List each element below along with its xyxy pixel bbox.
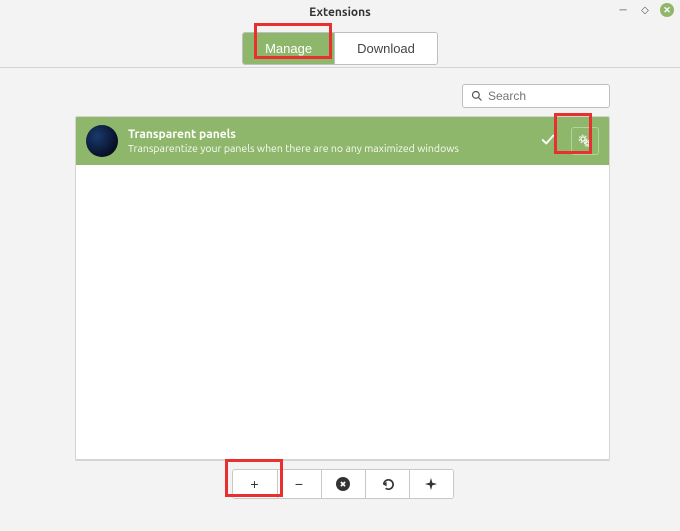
toolbar-group: + − ✖ (232, 469, 454, 499)
extension-text: Transparent panels Transparentize your p… (128, 128, 525, 155)
maximize-button[interactable]: ◇ (638, 3, 652, 17)
extension-description: Transparentize your panels when there ar… (128, 142, 525, 155)
add-button[interactable]: + (233, 470, 277, 498)
minimize-button[interactable]: ─ (616, 3, 630, 17)
sparkle-icon (424, 477, 438, 491)
enabled-check-icon[interactable] (535, 133, 561, 150)
close-button[interactable]: ✕ (660, 3, 674, 17)
extension-title: Transparent panels (128, 128, 525, 142)
search-icon (471, 90, 483, 102)
undo-button[interactable] (365, 470, 409, 498)
delete-button[interactable]: ✖ (321, 470, 365, 498)
search-row (0, 68, 680, 114)
gear-icon (577, 133, 593, 149)
extension-icon (86, 125, 118, 157)
tab-group: Manage Download (242, 32, 438, 65)
search-input[interactable] (488, 89, 601, 103)
search-box[interactable] (462, 84, 610, 108)
tab-manage[interactable]: Manage (243, 33, 334, 64)
plus-icon: + (250, 476, 258, 492)
check-icon (541, 133, 555, 147)
extension-settings-button[interactable] (571, 127, 599, 155)
window-title: Extensions (309, 6, 371, 19)
tabs-row: Manage Download (0, 24, 680, 68)
window-controls: ─ ◇ ✕ (616, 3, 674, 17)
titlebar: Extensions ─ ◇ ✕ (0, 0, 680, 24)
extensions-list: Transparent panels Transparentize your p… (75, 116, 610, 460)
bottom-toolbar: + − ✖ (75, 460, 610, 507)
remove-button[interactable]: − (277, 470, 321, 498)
undo-icon (380, 477, 395, 492)
extension-row[interactable]: Transparent panels Transparentize your p… (76, 117, 609, 165)
minus-icon: − (295, 476, 303, 492)
delete-circle-icon: ✖ (336, 477, 350, 491)
tab-download[interactable]: Download (334, 33, 437, 64)
more-button[interactable] (409, 470, 453, 498)
